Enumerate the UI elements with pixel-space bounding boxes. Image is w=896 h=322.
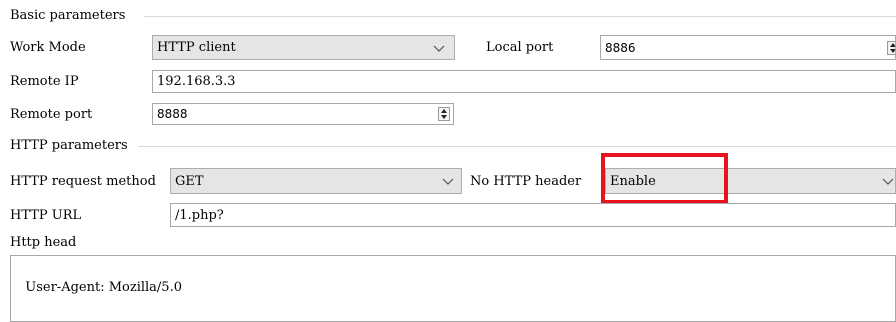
spin-down-icon[interactable] <box>441 115 447 119</box>
remote-port-value: 8888 <box>157 107 188 121</box>
spin-up-icon[interactable] <box>441 109 447 113</box>
remote-ip-input[interactable]: 192.168.3.3 <box>152 70 896 93</box>
basic-parameters-title: Basic parameters <box>10 8 126 23</box>
spin-down-icon[interactable] <box>890 48 895 53</box>
no-http-header-label: No HTTP header <box>470 174 582 189</box>
remote-ip-value: 192.168.3.3 <box>157 74 236 89</box>
http-parameters-title: HTTP parameters <box>10 138 128 153</box>
basic-group-divider <box>144 16 896 17</box>
chevron-down-icon <box>442 178 454 185</box>
local-port-label: Local port <box>486 40 554 55</box>
http-head-label: Http head <box>10 235 77 250</box>
http-request-method-value: GET <box>175 173 204 189</box>
remote-port-label: Remote port <box>10 107 93 122</box>
local-port-input[interactable]: 8886 <box>600 35 896 60</box>
work-mode-value: HTTP client <box>157 40 236 55</box>
local-port-spinner[interactable] <box>887 40 895 55</box>
remote-ip-label: Remote IP <box>10 74 79 89</box>
http-url-label: HTTP URL <box>10 208 82 223</box>
spin-up-icon[interactable] <box>890 42 895 47</box>
chevron-down-icon <box>882 178 894 185</box>
remote-port-input[interactable]: 8888 <box>152 103 454 125</box>
local-port-value: 8886 <box>605 40 636 55</box>
highlight-box <box>601 153 728 204</box>
http-request-method-label: HTTP request method <box>10 174 156 189</box>
remote-port-spinner[interactable] <box>438 107 450 121</box>
work-mode-select[interactable]: HTTP client <box>152 35 455 60</box>
http-url-value: /1.php? <box>175 207 224 223</box>
chevron-down-icon <box>433 45 445 52</box>
http-head-textarea[interactable]: User-Agent: Mozilla/5.0 <box>10 255 896 322</box>
http-url-input[interactable]: /1.php? <box>170 203 896 227</box>
work-mode-label: Work Mode <box>10 40 86 55</box>
http-head-value: User-Agent: Mozilla/5.0 <box>25 280 182 295</box>
http-request-method-select[interactable]: GET <box>170 168 462 194</box>
http-group-divider <box>138 146 896 147</box>
